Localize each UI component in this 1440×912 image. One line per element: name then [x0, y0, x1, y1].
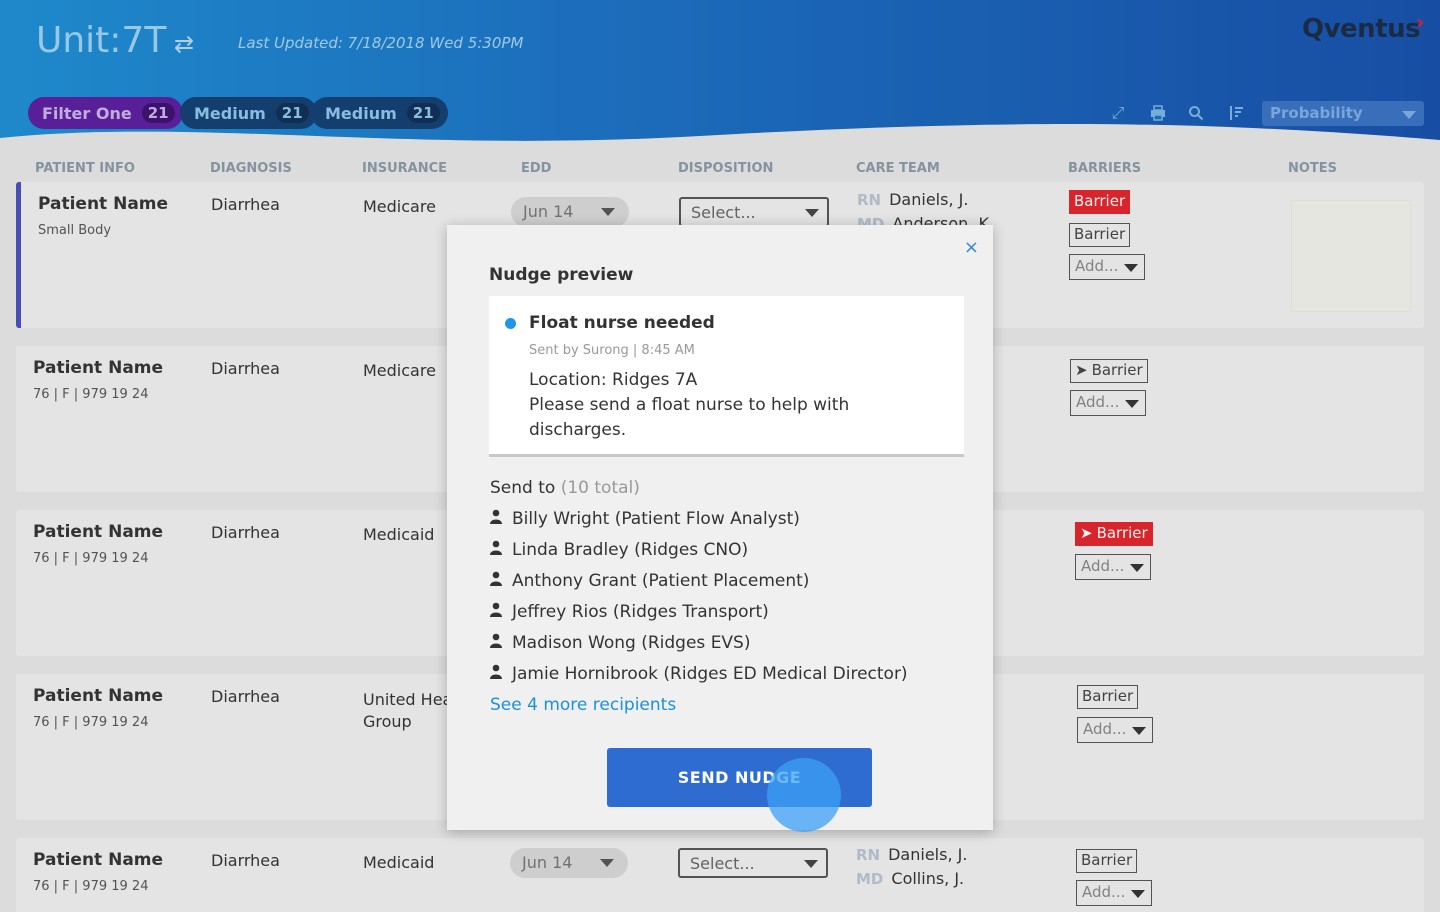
send-nudge-button[interactable]: SEND NUDGE: [607, 748, 872, 807]
recipient-item: Jamie Hornibrook (Ridges ED Medical Dire…: [490, 664, 908, 684]
see-more-recipients-link[interactable]: See 4 more recipients: [490, 695, 676, 715]
modal-title: Nudge preview: [489, 265, 634, 285]
nudge-title: Float nurse needed: [529, 313, 715, 333]
nudge-sent-by: Sent by Surong | 8:45 AM: [529, 343, 695, 358]
recipient-name: Madison Wong (Ridges EVS): [512, 633, 751, 653]
person-icon: [490, 571, 506, 591]
recipient-name: Jamie Hornibrook (Ridges ED Medical Dire…: [512, 664, 908, 684]
person-icon: [490, 540, 506, 560]
nudge-message-text: Please send a float nurse to help with d…: [529, 395, 850, 440]
person-icon: [490, 633, 506, 653]
close-icon[interactable]: ×: [964, 237, 979, 258]
person-icon: [490, 664, 506, 684]
recipient-item: Anthony Grant (Patient Placement): [490, 571, 809, 591]
unread-dot-icon: [505, 318, 516, 329]
recipient-item: Jeffrey Rios (Ridges Transport): [490, 602, 769, 622]
recipient-item: Billy Wright (Patient Flow Analyst): [490, 509, 800, 529]
nudge-body: Location: Ridges 7A Please send a float …: [529, 368, 949, 443]
person-icon: [490, 509, 506, 529]
nudge-location: Location: Ridges 7A: [529, 370, 698, 390]
recipient-name: Jeffrey Rios (Ridges Transport): [512, 602, 769, 622]
send-to-label: Send to: [490, 478, 556, 498]
send-to-total: (10 total): [560, 478, 640, 498]
recipient-item: Madison Wong (Ridges EVS): [490, 633, 750, 653]
nudge-preview-modal: × Nudge preview Float nurse needed Sent …: [447, 225, 993, 832]
person-icon: [490, 602, 506, 622]
recipient-item: Linda Bradley (Ridges CNO): [490, 540, 748, 560]
send-to-heading: Send to (10 total): [490, 478, 640, 498]
recipient-name: Billy Wright (Patient Flow Analyst): [512, 509, 800, 529]
recipient-name: Linda Bradley (Ridges CNO): [512, 540, 749, 560]
recipient-name: Anthony Grant (Patient Placement): [512, 571, 810, 591]
nudge-message-card: Float nurse needed Sent by Surong | 8:45…: [489, 296, 964, 457]
